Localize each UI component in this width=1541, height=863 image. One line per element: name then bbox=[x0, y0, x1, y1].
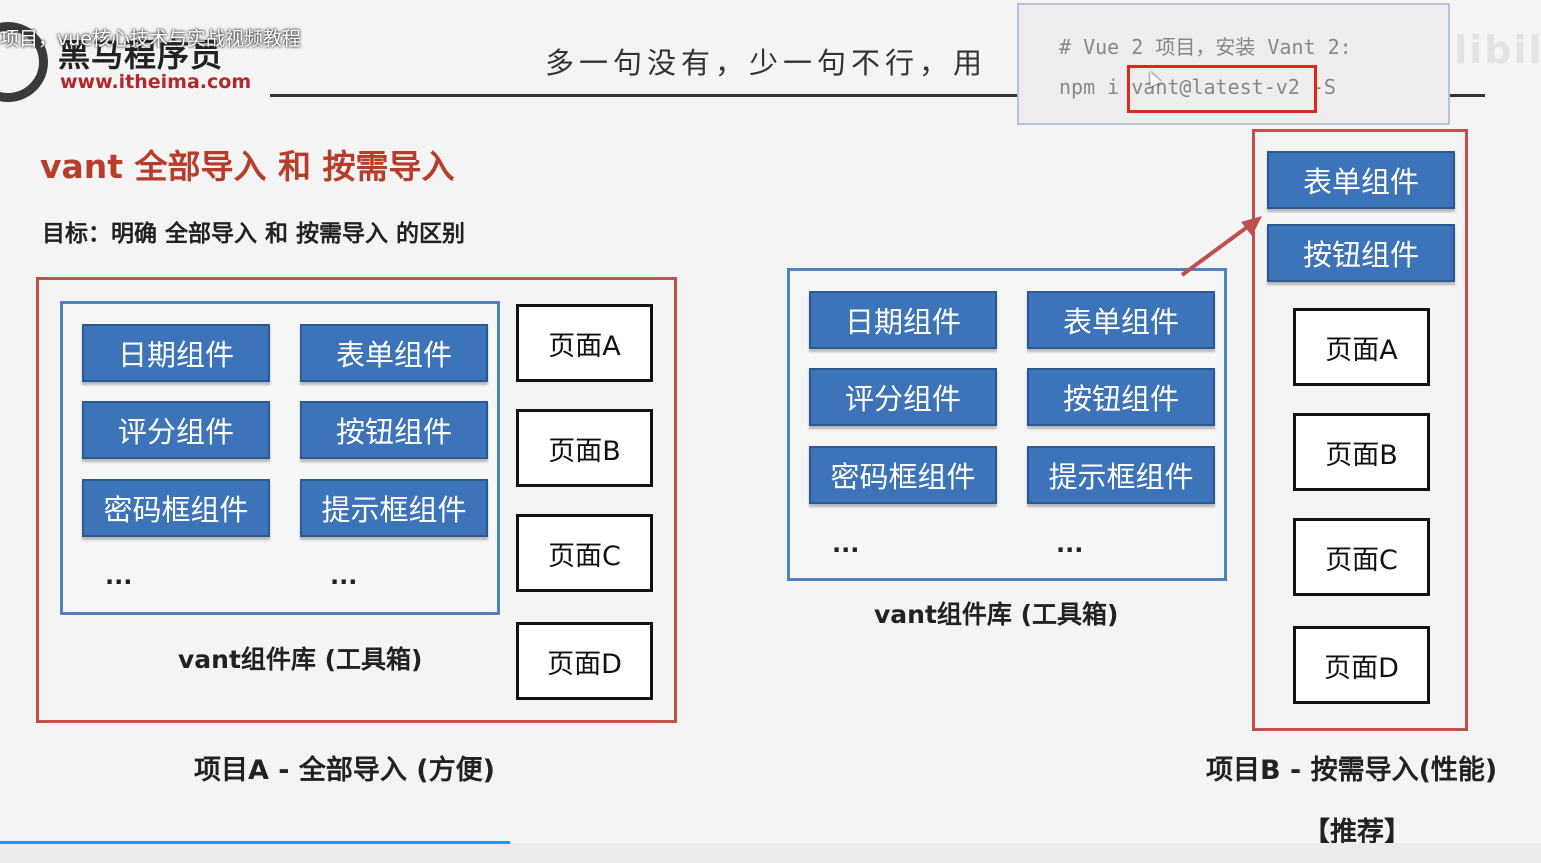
code-popup: # Vue 2 项目，安装 Vant 2: npm i vant@latest-… bbox=[1017, 3, 1450, 125]
logo-url: www.itheima.com bbox=[60, 71, 252, 93]
project-b-caption: 项目B - 按需导入(性能) bbox=[1206, 755, 1498, 786]
video-title: 项目，vue核心技术与实战视频教程 bbox=[0, 28, 301, 50]
component-rate: 评分组件 bbox=[82, 401, 270, 459]
page-a: 页面A bbox=[516, 304, 653, 382]
more-ellipsis: ... bbox=[832, 530, 860, 558]
component-toast: 提示框组件 bbox=[300, 479, 488, 537]
page-d: 页面D bbox=[516, 622, 653, 700]
page-d: 页面D bbox=[1293, 626, 1430, 704]
component-button: 按钮组件 bbox=[300, 401, 488, 459]
code-comment-line: # Vue 2 项目，安装 Vant 2: bbox=[1059, 35, 1352, 59]
page-b: 页面B bbox=[516, 409, 653, 487]
video-progress-bar[interactable] bbox=[0, 841, 510, 844]
page-title: vant 全部导入 和 按需导入 bbox=[40, 147, 455, 186]
component-button: 按钮组件 bbox=[1027, 368, 1215, 426]
video-progress-track[interactable] bbox=[0, 843, 1541, 863]
more-ellipsis: ... bbox=[1056, 530, 1084, 558]
page-c: 页面C bbox=[516, 514, 653, 592]
component-toast: 提示框组件 bbox=[1027, 446, 1215, 504]
page-a: 页面A bbox=[1293, 308, 1430, 386]
page-c: 页面C bbox=[1293, 518, 1430, 596]
component-form: 表单组件 bbox=[300, 324, 488, 382]
imported-component-button: 按钮组件 bbox=[1267, 224, 1455, 282]
component-rate: 评分组件 bbox=[809, 368, 997, 426]
component-date: 日期组件 bbox=[82, 324, 270, 382]
component-password: 密码框组件 bbox=[82, 479, 270, 537]
component-form: 表单组件 bbox=[1027, 291, 1215, 349]
component-date: 日期组件 bbox=[809, 291, 997, 349]
goal-text: 目标：明确 全部导入 和 按需导入 的区别 bbox=[42, 221, 466, 247]
imported-component-form: 表单组件 bbox=[1267, 151, 1455, 209]
library-label: vant组件库 (工具箱) bbox=[178, 645, 423, 674]
more-ellipsis: ... bbox=[330, 562, 358, 590]
project-a-caption: 项目A - 全部导入 (方便) bbox=[194, 755, 495, 786]
more-ellipsis: ... bbox=[105, 562, 133, 590]
library-label: vant组件库 (工具箱) bbox=[874, 600, 1119, 629]
page-b: 页面B bbox=[1293, 413, 1430, 491]
slogan: 多一句没有，少一句不行，用 bbox=[545, 46, 988, 80]
component-password: 密码框组件 bbox=[809, 446, 997, 504]
